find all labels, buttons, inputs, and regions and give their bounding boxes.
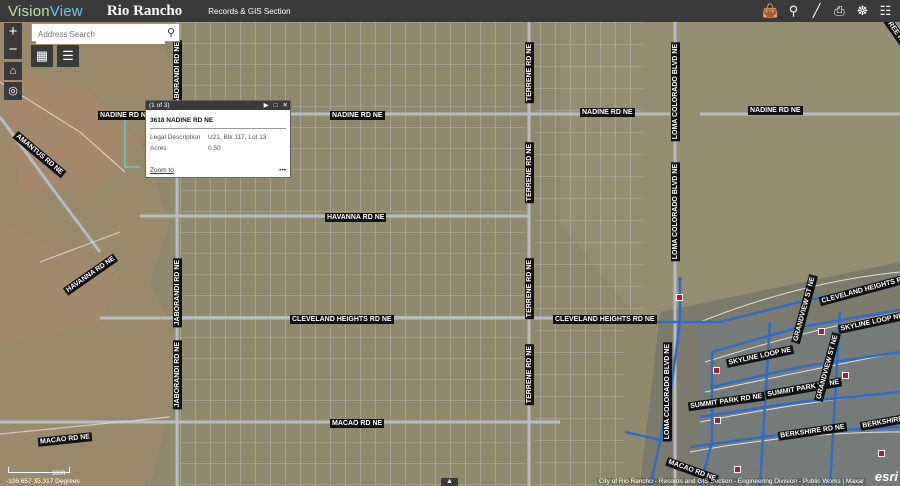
section-title: Records & GIS Section xyxy=(208,6,291,16)
attribution: City of Rio Rancho - Records and GIS Sec… xyxy=(596,478,866,485)
search-icon[interactable]: ⚲ xyxy=(167,26,175,39)
coordinate-readout: -106.657 35.317 Degrees xyxy=(6,478,80,485)
layers-icon: ☰ xyxy=(62,48,74,63)
close-icon[interactable]: ✕ xyxy=(283,101,288,110)
popup-field-value: U21, Blk 117, Lot 13 xyxy=(208,134,267,141)
road-label-loma-3: LOMA COLORADO BLVD NE xyxy=(663,342,672,442)
map-imagery xyxy=(0,22,900,486)
toolbar: 👜 ⚲ ╱ ⎙ ☸ ☷ xyxy=(762,3,894,19)
popup-divider xyxy=(150,128,286,129)
city-title: Rio Rancho xyxy=(106,2,183,19)
zoom-to-link[interactable]: Zoom to xyxy=(150,167,174,174)
app-logo[interactable]: VisionView xyxy=(8,3,83,20)
popup-footer: Zoom to ••• xyxy=(150,167,286,174)
hydrant-marker[interactable] xyxy=(734,466,741,473)
next-feature-icon[interactable]: ▶ xyxy=(264,101,269,110)
road-label-nadine-right: NADINE RD NE xyxy=(580,108,635,117)
hydrant-marker[interactable] xyxy=(878,450,885,457)
home-button[interactable]: ⌂ xyxy=(4,62,22,80)
locate-icon: ◎ xyxy=(8,85,18,97)
locate-button[interactable]: ◎ xyxy=(4,82,22,100)
road-label-terrene-2: TERRENE RD NE xyxy=(525,142,534,204)
hydrant-marker[interactable] xyxy=(713,367,720,374)
popup-header: (1 of 3) ▶ □ ✕ xyxy=(146,101,290,110)
road-label-terrene-4: TERRENE RD NE xyxy=(525,344,534,406)
grid-icon: ▦ xyxy=(35,48,49,63)
more-actions-icon[interactable]: ••• xyxy=(279,167,286,174)
popup-field-key: Acres xyxy=(150,145,167,152)
road-label-nadine-far: NADINE RD NE xyxy=(748,106,803,115)
layers-button[interactable]: ☰ xyxy=(57,45,79,67)
address-search[interactable]: ⚲ xyxy=(31,23,180,44)
road-label-loma-1: LOMA COLORADO BLVD NE xyxy=(671,42,680,142)
basemap-gallery-button[interactable]: ▦ xyxy=(31,45,53,67)
top-bar: VisionView Rio Rancho Records & GIS Sect… xyxy=(0,0,900,22)
address-search-input[interactable] xyxy=(36,25,165,44)
road-label-cleveland-mid: CLEVELAND HEIGHTS RD NE xyxy=(290,315,394,324)
zoom-out-button[interactable]: − xyxy=(4,41,22,59)
zoom-in-button[interactable]: + xyxy=(4,23,22,41)
print-icon[interactable]: ⎙ xyxy=(831,3,848,19)
road-label-jaborandi-1: JABORANDI RD NE xyxy=(173,40,182,110)
road-label-nadine-mid: NADINE RD NE xyxy=(330,111,385,120)
popup-field-key: Legal Description xyxy=(150,134,201,141)
grid-icon[interactable]: ☷ xyxy=(877,3,894,19)
popup-title: 3618 NADINE RD NE xyxy=(150,117,214,124)
maximize-icon[interactable]: □ xyxy=(274,101,278,110)
search-icon[interactable]: ⚲ xyxy=(785,3,802,19)
hydrant-marker[interactable] xyxy=(818,328,825,335)
bag-icon[interactable]: 👜 xyxy=(762,3,779,19)
scale-label: 300ft xyxy=(52,471,66,477)
feature-popup: (1 of 3) ▶ □ ✕ 3618 NADINE RD NE Legal D… xyxy=(145,100,291,178)
collapse-panel-button[interactable]: ▲ xyxy=(441,478,458,486)
hydrant-marker[interactable] xyxy=(714,417,721,424)
home-icon: ⌂ xyxy=(9,65,17,77)
road-label-loma-2: LOMA COLORADO BLVD NE xyxy=(671,162,680,262)
road-label-jaborandi-3: JABORANDI RD NE xyxy=(173,340,182,410)
road-label-terrene-3: TERRENE RD NE xyxy=(525,258,534,320)
popup-field-value: 0.50 xyxy=(208,145,221,152)
road-label-macao-mid: MACAO RD NE xyxy=(330,419,385,428)
popup-field-row: Legal Description U21, Blk 117, Lot 13 xyxy=(150,132,290,143)
ruler-icon[interactable]: ╱ xyxy=(808,3,825,19)
road-label-havanna-mid: HAVANNA RD NE xyxy=(325,213,387,222)
hydrant-marker[interactable] xyxy=(676,294,683,301)
share-icon[interactable]: ☸ xyxy=(854,3,871,19)
esri-logo: esri xyxy=(874,469,898,484)
popup-counter: (1 of 3) xyxy=(149,102,170,109)
road-label-cleveland-right: CLEVELAND HEIGHTS RD NE xyxy=(553,315,657,324)
popup-field-row: Acres 0.50 xyxy=(150,143,290,154)
road-label-jaborandi-2: JABORANDI RD NE xyxy=(173,258,182,328)
map-view[interactable]: NADINE RD NE NADINE RD NE NADINE RD NE N… xyxy=(0,22,900,486)
hydrant-marker[interactable] xyxy=(842,372,849,379)
road-label-terrene-1: TERRENE RD NE xyxy=(525,42,534,104)
